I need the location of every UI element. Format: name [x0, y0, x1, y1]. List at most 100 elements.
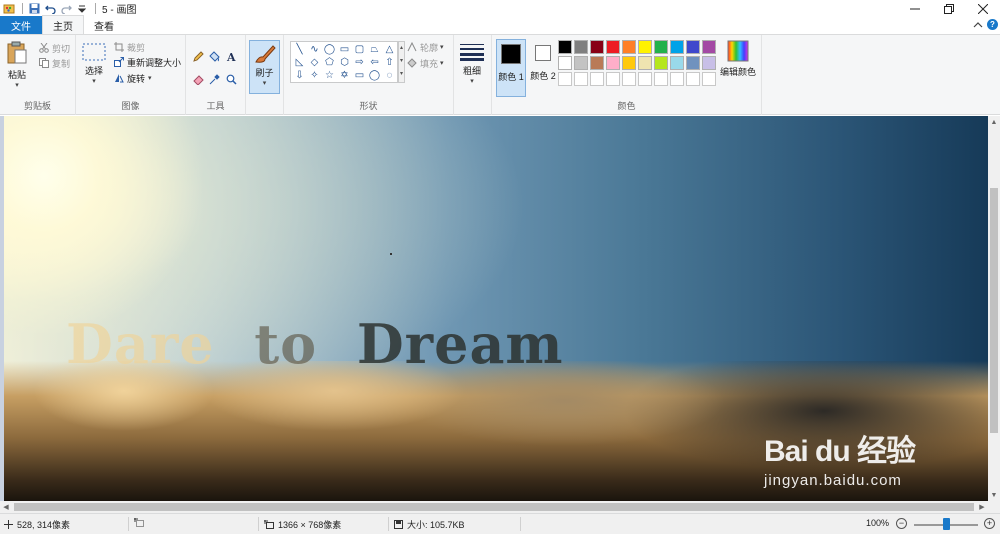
curve-shape-icon[interactable]: ∿	[307, 43, 322, 56]
image-canvas[interactable]: Dare to Dream Bai du 经验 jingyan.baidu.co…	[4, 116, 988, 501]
zoom-text: 100%	[866, 518, 890, 528]
ribbon: 粘贴 ▾ 剪切 复制 剪贴板 选择 ▾ 裁剪 重新调整大小 旋转 ▾ 图像 A …	[0, 35, 1000, 115]
triangle-shape-icon[interactable]: △	[382, 43, 397, 56]
zoom-out-button[interactable]: −	[896, 518, 907, 529]
up-arrow-shape-icon[interactable]: ⇧	[382, 56, 397, 69]
save-icon[interactable]	[27, 2, 41, 16]
right-arrow-shape-icon[interactable]: ⇨	[352, 56, 367, 69]
text-tool[interactable]: A	[226, 49, 240, 63]
palette-color-swatch[interactable]	[558, 40, 572, 54]
palette-color-swatch[interactable]	[702, 40, 716, 54]
palette-color-swatch[interactable]	[654, 56, 668, 70]
palette-color-swatch[interactable]	[702, 56, 716, 70]
help-icon[interactable]: ?	[987, 19, 998, 30]
left-arrow-shape-icon[interactable]: ⇦	[367, 56, 382, 69]
customize-quick-access-icon[interactable]	[75, 2, 89, 16]
palette-color-swatch[interactable]	[590, 56, 604, 70]
six-point-star-shape-icon[interactable]: ✡	[337, 69, 352, 82]
palette-color-swatch[interactable]	[606, 56, 620, 70]
zoom-in-button[interactable]: +	[984, 518, 995, 529]
scroll-up-icon[interactable]: ▲	[988, 116, 1000, 128]
palette-color-swatch[interactable]	[606, 40, 620, 54]
custom-color-slot[interactable]	[574, 72, 588, 86]
outline-button[interactable]: 轮廓 ▾	[406, 40, 444, 54]
palette-color-swatch[interactable]	[558, 56, 572, 70]
tab-view[interactable]: 查看	[84, 16, 124, 34]
color1-button[interactable]: 颜色 1	[496, 39, 526, 97]
eraser-tool[interactable]	[193, 72, 207, 86]
cut-button[interactable]: 剪切	[38, 41, 70, 55]
custom-color-slot[interactable]	[670, 72, 684, 86]
rotate-button[interactable]: 旋转 ▾	[113, 71, 152, 85]
copy-button[interactable]: 复制	[38, 56, 70, 70]
edit-colors-button[interactable]: 编辑颜色	[720, 40, 756, 78]
pencil-tool[interactable]	[193, 49, 207, 63]
custom-color-slot[interactable]	[702, 72, 716, 86]
down-arrow-shape-icon[interactable]: ⇩	[292, 69, 307, 82]
palette-color-swatch[interactable]	[686, 40, 700, 54]
palette-color-swatch[interactable]	[574, 40, 588, 54]
scroll-down-icon[interactable]: ▼	[988, 489, 1000, 501]
close-button[interactable]	[966, 0, 1000, 17]
custom-color-slot[interactable]	[654, 72, 668, 86]
right-triangle-shape-icon[interactable]: ◺	[292, 56, 307, 69]
shapes-scroll[interactable]: ▴ ▾ ▾	[398, 41, 405, 83]
scroll-left-icon[interactable]: ◀	[0, 501, 12, 513]
polygon-shape-icon[interactable]: ⏢	[367, 43, 382, 56]
horizontal-scrollbar[interactable]: ◀ ▶	[0, 501, 988, 513]
resize-button[interactable]: 重新调整大小	[113, 55, 181, 69]
rounded-rectangle-shape-icon[interactable]: ▢	[352, 43, 367, 56]
palette-color-swatch[interactable]	[654, 40, 668, 54]
crop-button[interactable]: 裁剪	[113, 40, 145, 54]
fill-tool[interactable]	[209, 49, 223, 63]
palette-color-swatch[interactable]	[638, 56, 652, 70]
canvas-workspace[interactable]: Dare to Dream Bai du 经验 jingyan.baidu.co…	[0, 116, 1000, 501]
vertical-scrollbar[interactable]: ▲ ▼	[988, 116, 1000, 501]
vertical-scroll-thumb[interactable]	[990, 188, 998, 433]
custom-color-slot[interactable]	[558, 72, 572, 86]
oval-shape-icon[interactable]: ◯	[322, 43, 337, 56]
brushes-button[interactable]: 刷子 ▾	[249, 40, 280, 94]
collapse-ribbon-icon[interactable]	[973, 21, 983, 29]
custom-color-slot[interactable]	[606, 72, 620, 86]
palette-color-swatch[interactable]	[686, 56, 700, 70]
pentagon-shape-icon[interactable]: ⬠	[322, 56, 337, 69]
minimize-button[interactable]	[898, 0, 932, 17]
restore-button[interactable]	[932, 0, 966, 17]
palette-color-swatch[interactable]	[574, 56, 588, 70]
palette-color-swatch[interactable]	[622, 56, 636, 70]
palette-color-swatch[interactable]	[622, 40, 636, 54]
color-picker-tool[interactable]	[209, 72, 223, 86]
undo-icon[interactable]	[43, 2, 57, 16]
redo-icon[interactable]	[59, 2, 73, 16]
hexagon-shape-icon[interactable]: ⬡	[337, 56, 352, 69]
palette-color-swatch[interactable]	[638, 40, 652, 54]
magnifier-tool[interactable]	[226, 72, 240, 86]
palette-color-swatch[interactable]	[670, 56, 684, 70]
color2-button[interactable]: 颜色 2	[528, 39, 558, 97]
cloud-callout-shape-icon[interactable]: ◌	[382, 69, 397, 82]
paste-button[interactable]: 粘贴 ▾	[6, 41, 28, 89]
scroll-right-icon[interactable]: ▶	[976, 501, 988, 513]
five-point-star-shape-icon[interactable]: ☆	[322, 69, 337, 82]
diamond-shape-icon[interactable]: ◇	[307, 56, 322, 69]
zoom-slider-thumb[interactable]	[943, 518, 950, 530]
line-shape-icon[interactable]: ╲	[292, 43, 307, 56]
rectangle-shape-icon[interactable]: ▭	[337, 43, 352, 56]
fill-button[interactable]: 填充 ▾	[406, 56, 444, 70]
tab-file[interactable]: 文件	[0, 16, 42, 34]
custom-color-slot[interactable]	[686, 72, 700, 86]
oval-callout-shape-icon[interactable]: ◯	[367, 69, 382, 82]
size-button[interactable]: 粗细 ▾	[460, 43, 484, 85]
palette-color-swatch[interactable]	[590, 40, 604, 54]
custom-color-slot[interactable]	[622, 72, 636, 86]
tab-home[interactable]: 主页	[42, 15, 84, 34]
custom-color-slot[interactable]	[638, 72, 652, 86]
palette-color-swatch[interactable]	[670, 40, 684, 54]
rect-callout-shape-icon[interactable]: ▭	[352, 69, 367, 82]
four-point-star-shape-icon[interactable]: ✧	[307, 69, 322, 82]
horizontal-scroll-thumb[interactable]	[14, 503, 974, 511]
select-button[interactable]: 选择 ▾	[82, 43, 106, 85]
custom-color-slot[interactable]	[590, 72, 604, 86]
app-menu-icon[interactable]	[2, 2, 16, 16]
